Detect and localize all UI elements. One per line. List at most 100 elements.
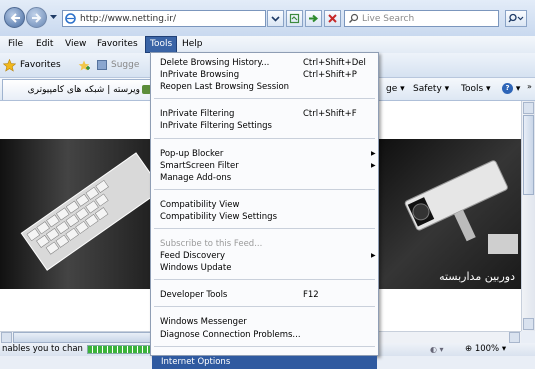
tools-menu-item[interactable]: Internet Options <box>152 355 377 369</box>
menu-file[interactable]: File <box>4 36 27 53</box>
banner-image-cctv: دوربین مداربسته <box>378 139 521 289</box>
go-arrow-icon <box>309 14 319 23</box>
ie-page-icon <box>65 13 76 24</box>
submenu-arrow-icon: ▶ <box>371 252 376 260</box>
tools-menu-item[interactable]: Delete Browsing History... Ctrl+Shift+Del <box>151 57 378 69</box>
tools-menu-item[interactable]: Diagnose Connection Problems... <box>151 329 378 341</box>
scroll-up-arrow-icon[interactable] <box>523 102 534 114</box>
vertical-scrollbar[interactable] <box>521 101 535 331</box>
page-menu-button[interactable]: ge ▾ <box>386 82 405 97</box>
menu-item-shortcut: Ctrl+Shift+P <box>303 70 357 81</box>
tools-menu-item[interactable]: SmartScreen Filter ▶ <box>151 160 378 172</box>
page-load-progress-bar <box>87 345 157 354</box>
menu-favorites[interactable]: Favorites <box>93 36 142 53</box>
help-icon: ? <box>502 83 513 94</box>
menu-item-label: Developer Tools <box>160 290 228 301</box>
tools-menu-item[interactable]: InPrivate Filtering Settings <box>151 120 378 132</box>
close-icon <box>328 14 337 23</box>
tools-menu-item[interactable]: Pop-up Blocker ▶ <box>151 148 378 160</box>
menu-tools[interactable]: Tools <box>145 36 178 53</box>
tools-menu-item[interactable]: Developer Tools F12 <box>151 289 378 301</box>
menu-item-label: Compatibility View Settings <box>160 211 277 222</box>
menu-bar: File Edit View Favorites Tools Help <box>0 36 535 53</box>
favorites-button[interactable]: Favorites <box>3 57 61 74</box>
menu-view[interactable]: View <box>61 36 90 53</box>
menu-help[interactable]: Help <box>178 36 207 53</box>
zoom-value: 100% <box>474 344 500 354</box>
star-icon <box>3 59 16 72</box>
compatibility-view-button[interactable] <box>286 10 303 27</box>
menu-item-label: Internet Options <box>161 356 231 367</box>
favorites-label: Favorites <box>20 60 61 70</box>
menu-separator <box>154 279 375 281</box>
tools-menu-item[interactable]: Reopen Last Browsing Session <box>151 81 378 93</box>
menu-separator <box>154 188 375 190</box>
banner-image-keyboard <box>0 139 163 289</box>
back-arrow-icon <box>10 13 20 23</box>
address-input[interactable]: http://www.netting.ir/ <box>62 10 266 27</box>
submenu-arrow-icon: ▶ <box>371 149 376 157</box>
address-dropdown-button[interactable] <box>267 10 284 27</box>
tools-menu-item[interactable]: InPrivate Filtering Ctrl+Shift+F <box>151 108 378 120</box>
status-text: nables you to chan <box>2 344 83 354</box>
menu-item-shortcut: Ctrl+Shift+Del <box>303 58 366 68</box>
tools-dropdown-menu: Delete Browsing History... Ctrl+Shift+Del… <box>150 52 379 369</box>
tools-menu-item[interactable]: Windows Messenger <box>151 316 378 328</box>
submenu-arrow-icon: ▶ <box>371 161 376 169</box>
menu-item-label: Feed Discovery <box>160 251 225 262</box>
menu-item-label: Delete Browsing History... <box>160 58 270 68</box>
menu-item-shortcut: F12 <box>303 290 319 301</box>
forward-arrow-icon <box>32 13 42 23</box>
add-to-favorites-icon[interactable] <box>78 60 90 72</box>
menu-edit[interactable]: Edit <box>32 36 57 53</box>
menu-item-label: Reopen Last Browsing Session <box>160 82 290 93</box>
menu-separator <box>154 228 375 229</box>
scroll-left-arrow-icon[interactable] <box>1 332 12 343</box>
more-commands-chevron[interactable]: » <box>527 82 532 91</box>
search-input[interactable]: Live Search <box>344 10 499 27</box>
go-button[interactable] <box>305 10 322 27</box>
banner-caption: دوربین مداربسته <box>439 270 515 283</box>
back-button[interactable] <box>4 7 25 28</box>
tools-menu-button[interactable]: Tools ▾ <box>461 82 491 97</box>
tab-title: ویرسته | شبکه های کامپیوتری <box>27 85 140 95</box>
security-zone-icon[interactable]: ◐ ▾ <box>430 345 444 354</box>
menu-item-label: Subscribe to this Feed... <box>160 239 263 249</box>
search-button[interactable] <box>505 10 527 27</box>
stop-button[interactable] <box>324 10 341 27</box>
vertical-scroll-thumb[interactable] <box>523 115 534 195</box>
scroll-down-arrow-icon[interactable] <box>523 318 534 330</box>
help-caret: ▾ <box>515 84 521 94</box>
tools-menu-item[interactable]: Compatibility View <box>151 199 378 211</box>
scroll-right-arrow-icon[interactable] <box>509 332 520 343</box>
menu-item-label: InPrivate Filtering Settings <box>160 121 272 132</box>
safety-menu-button[interactable]: Safety ▾ <box>413 82 449 97</box>
search-placeholder: Live Search <box>362 14 415 24</box>
security-camera-illustration <box>404 160 518 254</box>
tools-menu-item[interactable]: Windows Update <box>151 262 378 274</box>
menu-item-label: Compatibility View <box>160 199 240 210</box>
tools-menu-item[interactable]: Compatibility View Settings <box>151 211 378 223</box>
tools-menu-item[interactable]: Manage Add-ons <box>151 172 378 184</box>
menu-item-label: Pop-up Blocker <box>160 148 224 159</box>
zoom-icon: ⊕ <box>465 344 475 354</box>
help-menu-button[interactable]: ? ▾ <box>502 82 520 97</box>
tools-menu-item[interactable]: Feed Discovery ▶ <box>151 250 378 262</box>
tools-menu-item[interactable]: InPrivate Browsing Ctrl+Shift+P <box>151 69 378 81</box>
page-tab[interactable]: ویرسته | شبکه های کامپیوتری <box>2 79 156 100</box>
keyboard-illustration <box>20 152 163 271</box>
menu-separator <box>154 345 375 347</box>
search-icon <box>349 13 359 23</box>
recent-pages-dropdown-icon[interactable] <box>50 13 57 21</box>
suggested-sites-label: Sugge <box>111 60 140 70</box>
menu-separator <box>154 137 375 139</box>
menu-separator <box>154 98 375 100</box>
zoom-level-button[interactable]: ⊕ 100% ▾ <box>465 343 506 356</box>
menu-item-label: Windows Update <box>160 263 232 274</box>
menu-item-label: Manage Add-ons <box>160 172 232 183</box>
progress-fill <box>88 346 153 353</box>
suggested-sites-button[interactable]: Sugge <box>97 57 139 74</box>
suggested-sites-icon <box>97 60 107 70</box>
address-text: http://www.netting.ir/ <box>80 14 176 24</box>
forward-button[interactable] <box>26 7 47 28</box>
